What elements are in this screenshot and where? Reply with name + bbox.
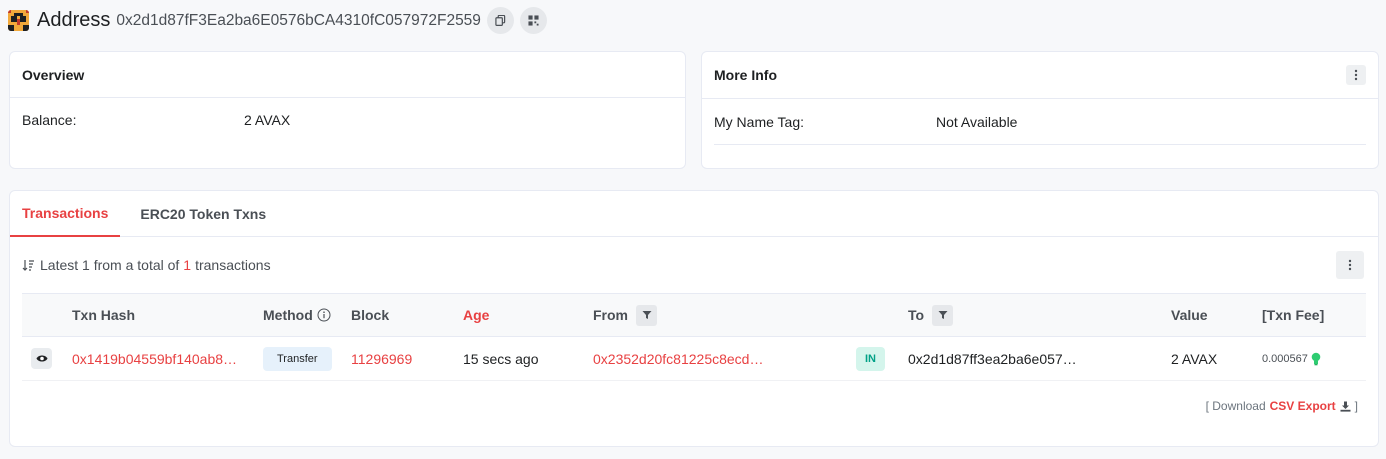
- csv-export-link[interactable]: CSV Export: [1270, 399, 1336, 413]
- transactions-card: Transactions ERC20 Token Txns Latest 1 f…: [9, 190, 1379, 447]
- direction-badge: IN: [856, 346, 885, 371]
- value-amount: 2 AVAX: [1171, 350, 1218, 367]
- method-badge: Transfer: [263, 346, 332, 371]
- page-title: Address: [37, 8, 111, 31]
- balance-value: 2 AVAX: [244, 112, 291, 128]
- eye-icon: [36, 355, 47, 362]
- qr-code-button[interactable]: [519, 6, 547, 34]
- summary-suffix: transactions: [195, 257, 271, 273]
- more-info-title: More Info: [714, 67, 777, 83]
- overview-title: Overview: [22, 66, 85, 83]
- col-block: Block: [351, 307, 390, 323]
- txn-fee-value: 0.000567: [1262, 352, 1308, 365]
- table-row: 0x1419b04559bf140ab8… Transfer 11296969 …: [22, 337, 1366, 381]
- balance-row: Balance: 2 AVAX: [10, 98, 685, 142]
- tab-erc20-token-txns[interactable]: ERC20 Token Txns: [128, 191, 278, 237]
- col-from: From: [593, 294, 657, 336]
- avatar: [8, 9, 29, 31]
- eye-cell: [31, 337, 52, 380]
- col-to-label: To: [908, 307, 925, 323]
- age-value: 15 secs ago: [463, 350, 539, 367]
- more-info-menu-button[interactable]: [1346, 65, 1366, 85]
- transactions-table: Txn Hash Method Block Age From To Value …: [22, 293, 1366, 381]
- to-address: 0x2d1d87ff3ea2ba6e057…: [908, 350, 1077, 367]
- name-tag-row: My Name Tag: Not Available: [714, 99, 1366, 145]
- summary-prefix: Latest 1 from a total of: [40, 257, 180, 273]
- col-method-label: Method: [263, 307, 313, 323]
- transactions-menu-button[interactable]: [1336, 251, 1364, 279]
- download-csv: [ Download CSV Export ]: [1206, 399, 1358, 413]
- col-from-label: From: [593, 307, 628, 323]
- tab-bar: Transactions ERC20 Token Txns: [10, 191, 1378, 237]
- col-method: Method: [263, 294, 331, 336]
- kebab-icon: [1354, 69, 1358, 81]
- block-link[interactable]: 11296969: [351, 351, 412, 367]
- download-close: ]: [1354, 399, 1358, 413]
- col-to: To: [908, 294, 954, 336]
- name-tag-value: Not Available: [936, 113, 1018, 130]
- from-address-link[interactable]: 0x2352d20fc81225c8ecd…: [593, 351, 763, 367]
- summary-bar: Latest 1 from a total of 1 transactions: [10, 237, 1378, 293]
- gas-bulb-icon[interactable]: [1311, 352, 1321, 366]
- col-txn-fee[interactable]: [Txn Fee]: [1262, 294, 1324, 336]
- from-filter-button[interactable]: [636, 304, 657, 326]
- info-icon[interactable]: [317, 308, 331, 322]
- download-icon[interactable]: [1340, 401, 1351, 412]
- overview-header: Overview: [10, 52, 685, 98]
- txn-hash-link[interactable]: 0x1419b04559bf140ab8…: [72, 351, 237, 367]
- view-details-button[interactable]: [31, 348, 52, 369]
- sort-icon: [22, 260, 34, 271]
- page-header: Address 0x2d1d87fF3Ea2ba6E0576bCA4310fC0…: [8, 5, 547, 35]
- more-info-header: More Info: [702, 52, 1378, 99]
- tab-transactions[interactable]: Transactions: [10, 191, 121, 237]
- name-tag-label: My Name Tag:: [714, 113, 804, 130]
- balance-label: Balance:: [22, 112, 77, 128]
- col-value: Value: [1171, 307, 1208, 323]
- qr-code-icon: [528, 14, 539, 26]
- col-age[interactable]: Age: [463, 294, 489, 336]
- kebab-icon: [1348, 259, 1352, 271]
- col-txn-hash: Txn Hash: [72, 307, 136, 323]
- download-open: [ Download: [1205, 399, 1266, 413]
- copy-icon: [495, 14, 506, 26]
- overview-card: Overview Balance: 2 AVAX: [9, 51, 686, 169]
- table-header: Txn Hash Method Block Age From To Value …: [22, 293, 1366, 337]
- to-filter-button[interactable]: [932, 304, 954, 326]
- transactions-summary: Latest 1 from a total of 1 transactions: [22, 257, 271, 273]
- summary-count: 1: [183, 257, 192, 273]
- more-info-card: More Info My Name Tag: Not Available: [701, 51, 1379, 169]
- copy-address-button[interactable]: [486, 6, 514, 34]
- filter-icon: [642, 311, 651, 319]
- filter-icon: [938, 311, 948, 319]
- page-address: 0x2d1d87fF3Ea2ba6E0576bCA4310fC057972F25…: [116, 12, 481, 29]
